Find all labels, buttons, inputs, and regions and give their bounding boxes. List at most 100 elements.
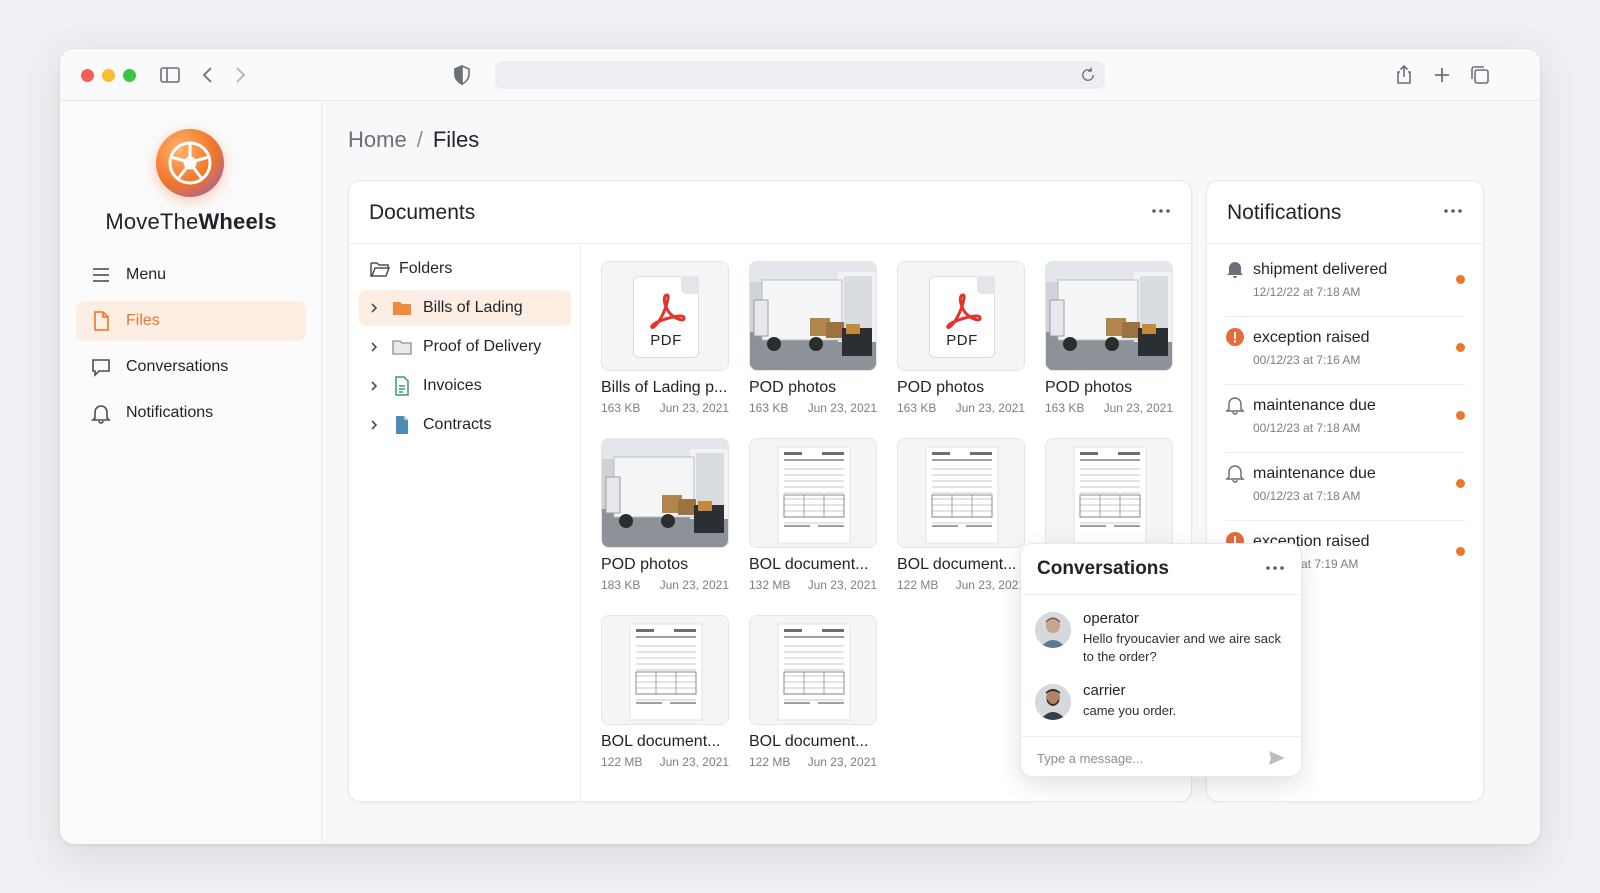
more-options-icon[interactable]	[1441, 199, 1465, 223]
pdf-document-icon: PDF	[929, 276, 995, 358]
chevron-right-icon[interactable]	[367, 418, 381, 432]
back-arrow-icon[interactable]	[196, 63, 220, 87]
file-meta: 163 KB Jun 23, 2021	[897, 401, 1025, 415]
file-card[interactable]: POD photos 183 KB Jun 23, 2021	[601, 438, 729, 592]
notification-date: 00/12/23 at 7:16 AM	[1253, 353, 1361, 367]
file-thumbnail[interactable]	[1045, 261, 1173, 371]
notification-title: shipment delivered	[1253, 261, 1388, 278]
pdf-label: PDF	[946, 332, 978, 349]
sidebar-item-menu[interactable]: Menu	[76, 255, 306, 295]
alert-circle-icon	[1225, 327, 1245, 347]
truck-photo-image	[1046, 262, 1172, 370]
file-date: Jun 23, 2021	[955, 401, 1025, 415]
pdf-label: PDF	[650, 332, 682, 349]
sidebar-item-notifications[interactable]: Notifications	[76, 393, 306, 433]
file-card[interactable]: PDF Bills of Lading p... 163 KB Jun 23, 202…	[601, 261, 729, 415]
shield-icon[interactable]	[450, 63, 474, 87]
folder-contracts[interactable]: Contracts	[359, 407, 571, 443]
file-thumbnail[interactable]	[601, 438, 729, 548]
document-scan-image	[750, 616, 876, 724]
folder-tree: Folders Bills of Lading Proof of Deliver…	[349, 244, 581, 801]
file-card[interactable]: BOL document... 122 MB Jun 23, 2021	[749, 615, 877, 769]
file-date: Jun 23, 2021	[807, 578, 877, 592]
minimize-window-button[interactable]	[102, 69, 115, 82]
green-document-icon	[391, 375, 413, 397]
folder-bills-of-lading[interactable]: Bills of Lading	[359, 290, 571, 326]
notification-item[interactable]: exception raised 00/12/23 at 7:16 AM	[1225, 317, 1465, 385]
file-name: Bills of Lading p...	[601, 379, 728, 396]
file-thumbnail[interactable]	[601, 615, 729, 725]
more-options-icon[interactable]	[1149, 199, 1173, 223]
file-thumbnail[interactable]	[1045, 438, 1173, 548]
more-options-icon[interactable]	[1263, 556, 1287, 580]
file-size: 183 KB	[601, 578, 641, 592]
file-card[interactable]: POD photos 163 KB Jun 23, 2021	[1045, 261, 1173, 415]
chevron-right-icon[interactable]	[367, 340, 381, 354]
notification-date: 12/12/22 at 7:18 AM	[1253, 285, 1361, 299]
file-thumbnail[interactable]: PDF	[601, 261, 729, 371]
document-scan-image	[750, 439, 876, 547]
file-thumbnail[interactable]	[749, 261, 877, 371]
file-name: POD photos	[749, 379, 837, 396]
gray-folder-icon	[391, 336, 413, 358]
chevron-right-icon[interactable]	[367, 379, 381, 393]
divider	[1021, 594, 1301, 595]
notification-item[interactable]: maintenance due 00/12/23 at 7:18 AM	[1225, 385, 1465, 453]
unread-dot	[1456, 275, 1465, 284]
unread-dot	[1456, 547, 1465, 556]
folder-proof-of-delivery[interactable]: Proof of Delivery	[359, 329, 571, 365]
close-window-button[interactable]	[81, 69, 94, 82]
sidebar-toggle-icon[interactable]	[158, 63, 182, 87]
share-icon[interactable]	[1392, 63, 1416, 87]
breadcrumb-home-link[interactable]: Home	[348, 127, 407, 152]
notification-item[interactable]: maintenance due 00/12/23 at 7:18 AM	[1225, 453, 1465, 521]
file-thumbnail[interactable]	[749, 438, 877, 548]
file-thumbnail[interactable]	[749, 615, 877, 725]
folder-invoices[interactable]: Invoices	[359, 368, 571, 404]
sidebar-item-files[interactable]: Files	[76, 301, 306, 341]
open-folder-icon	[369, 258, 391, 280]
chevron-right-icon[interactable]	[367, 301, 381, 315]
folder-label: Invoices	[423, 377, 482, 394]
file-card[interactable]	[1045, 438, 1173, 560]
file-card[interactable]: PDF POD photos 163 KB Jun 23, 2021	[897, 261, 1025, 415]
reload-icon[interactable]	[1079, 66, 1097, 84]
file-card[interactable]: BOL document... 122 MB Jun 23, 2021	[897, 438, 1025, 592]
message-input[interactable]	[1037, 746, 1257, 770]
file-card[interactable]: BOL document... 132 MB Jun 23, 2021	[749, 438, 877, 592]
file-date: Jun 23, 2021	[659, 401, 729, 415]
file-meta: 122 MB Jun 23, 2021	[897, 578, 1025, 592]
breadcrumb: Home / Files	[348, 127, 479, 153]
file-thumbnail[interactable]	[897, 438, 1025, 548]
zoom-window-button[interactable]	[123, 69, 136, 82]
tabs-overview-icon[interactable]	[1468, 63, 1492, 87]
notification-date: at 7:19 AM	[1301, 557, 1359, 571]
truck-photo-image	[750, 262, 876, 370]
file-size: 163 KB	[897, 401, 937, 415]
forward-arrow-icon[interactable]	[228, 63, 252, 87]
sidebar-item-label: Files	[126, 312, 160, 329]
notification-date: 00/12/23 at 7:18 AM	[1253, 489, 1361, 503]
breadcrumb-separator: /	[416, 127, 423, 152]
file-card[interactable]: POD photos 163 KB Jun 23, 2021	[749, 261, 877, 415]
file-thumbnail[interactable]: PDF	[897, 261, 1025, 371]
new-tab-plus-icon[interactable]	[1430, 63, 1454, 87]
unread-dot	[1456, 411, 1465, 420]
address-bar[interactable]	[495, 61, 1105, 89]
file-size: 163 KB	[749, 401, 789, 415]
brand-name: MoveTheWheels	[60, 209, 322, 235]
sidebar-item-conversations[interactable]: Conversations	[76, 347, 306, 387]
file-name: POD photos	[897, 379, 985, 396]
notification-item[interactable]: shipment delivered 12/12/22 at 7:18 AM	[1225, 249, 1465, 317]
folders-label: Folders	[399, 260, 453, 277]
message-text: Hello fryoucavier and we aire sack to th…	[1083, 631, 1281, 664]
file-meta: 132 MB Jun 23, 2021	[749, 578, 877, 592]
chat-bubble-icon	[90, 356, 112, 378]
send-icon[interactable]	[1267, 748, 1287, 768]
file-date: Jun 23, 2021	[807, 401, 877, 415]
unread-dot	[1456, 479, 1465, 488]
avatar	[1035, 684, 1071, 720]
file-card[interactable]: BOL document... 122 MB Jun 23, 2021	[601, 615, 729, 769]
notification-title: maintenance due	[1253, 465, 1376, 482]
filled-bell-icon	[1225, 259, 1245, 279]
